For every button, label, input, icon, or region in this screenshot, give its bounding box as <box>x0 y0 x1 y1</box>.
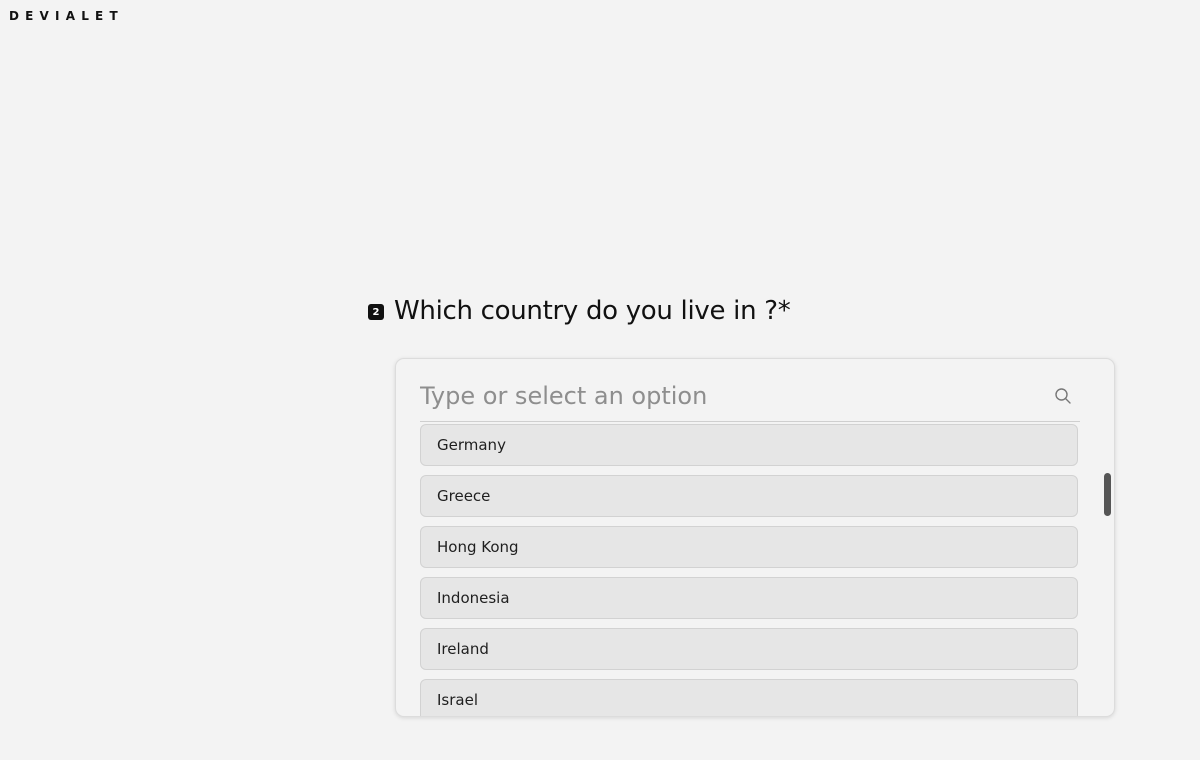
country-option[interactable]: Indonesia <box>420 577 1078 619</box>
country-option[interactable]: Greece <box>420 475 1078 517</box>
scrollbar-thumb[interactable] <box>1104 473 1111 516</box>
search-icon[interactable] <box>1054 387 1072 405</box>
country-option[interactable]: Hong Kong <box>420 526 1078 568</box>
country-options-list: Germany Greece Hong Kong Indonesia Irela… <box>420 424 1078 716</box>
country-option[interactable]: Germany <box>420 424 1078 466</box>
country-option[interactable]: Ireland <box>420 628 1078 670</box>
search-row <box>420 373 1080 422</box>
question-text: Which country do you live in ?* <box>394 296 791 326</box>
country-search-input[interactable] <box>420 373 1040 419</box>
devialet-logo[interactable]: DEVIALET <box>9 9 124 23</box>
country-dropdown: Germany Greece Hong Kong Indonesia Irela… <box>395 358 1115 717</box>
country-option[interactable]: Israel <box>420 679 1078 716</box>
question-heading: 2 Which country do you live in ?* <box>368 294 791 328</box>
question-number-badge: 2 <box>368 304 384 320</box>
